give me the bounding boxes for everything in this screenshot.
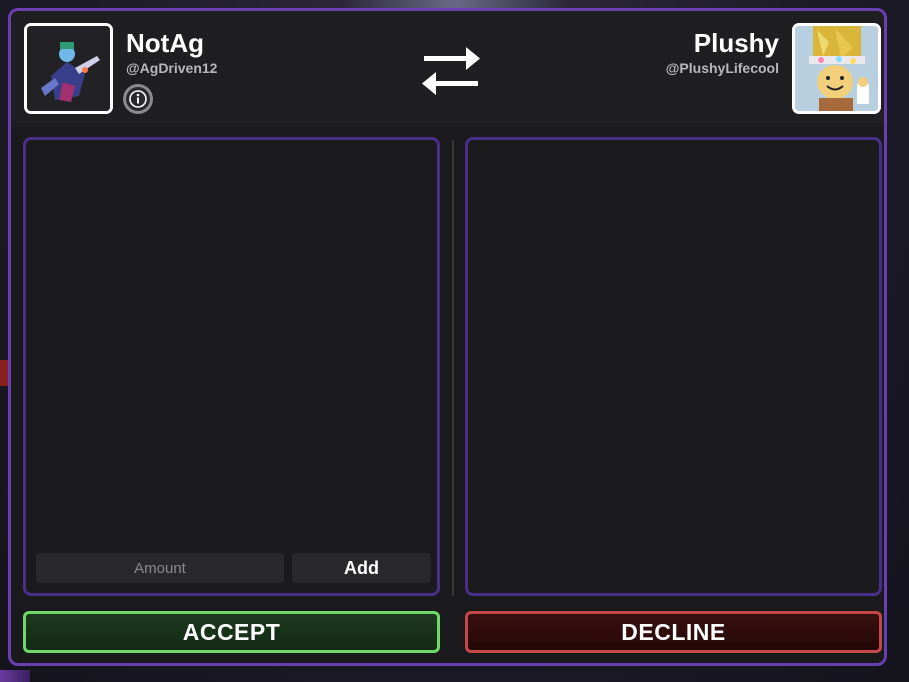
right-user-username: @PlushyLifecool	[665, 60, 779, 76]
info-button[interactable]	[123, 84, 153, 114]
panel-divider	[452, 140, 454, 596]
right-avatar-image	[795, 26, 878, 111]
right-user-avatar[interactable]	[792, 23, 881, 114]
trade-window: NotAg @AgDriven12 Plushy @PlushyLifecool	[8, 8, 887, 666]
background-decoration	[0, 670, 30, 682]
their-offer-panel	[465, 137, 882, 596]
trade-header: NotAg @AgDriven12 Plushy @PlushyLifecool	[11, 11, 884, 127]
my-offer-panel: Add	[23, 137, 440, 596]
background-decoration	[0, 360, 8, 386]
info-icon	[126, 87, 150, 111]
left-user-username: @AgDriven12	[126, 60, 218, 76]
right-user-display-name: Plushy	[693, 28, 779, 58]
add-button[interactable]: Add	[292, 553, 431, 583]
decline-button[interactable]: DECLINE	[465, 611, 882, 653]
left-avatar-image	[27, 26, 110, 111]
swap-arrows-icon	[422, 47, 480, 95]
left-user-display-name: NotAg	[126, 28, 204, 58]
left-user-avatar[interactable]	[24, 23, 113, 114]
accept-button[interactable]: ACCEPT	[23, 611, 440, 653]
amount-input[interactable]	[36, 553, 284, 583]
